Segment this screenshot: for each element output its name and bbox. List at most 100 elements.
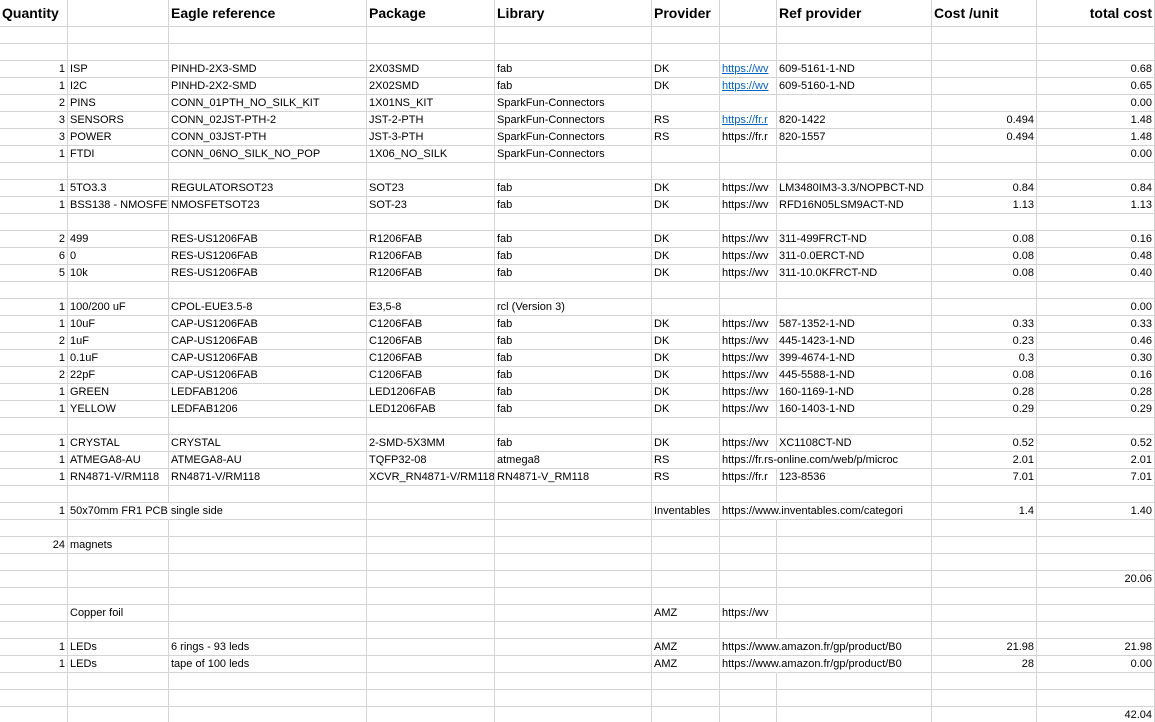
- cost-unit-cell[interactable]: 0.23: [932, 333, 1037, 350]
- quantity-cell[interactable]: [0, 707, 68, 722]
- total-cost-cell[interactable]: 1.13: [1037, 197, 1155, 214]
- quantity-cell[interactable]: 1: [0, 656, 68, 673]
- cost-unit-cell[interactable]: 28: [932, 656, 1037, 673]
- library-cell[interactable]: [495, 282, 652, 299]
- library-cell[interactable]: fab: [495, 435, 652, 452]
- provider-cell[interactable]: [652, 571, 720, 588]
- provider-cell[interactable]: [652, 163, 720, 180]
- provider-cell[interactable]: [652, 282, 720, 299]
- quantity-cell[interactable]: [0, 486, 68, 503]
- link-cell[interactable]: https://www.amazon.fr/gp/product/B0: [720, 639, 902, 656]
- eagle-reference-cell[interactable]: NMOSFETSOT23: [169, 197, 367, 214]
- cost-unit-cell[interactable]: [932, 44, 1037, 61]
- package-cell[interactable]: [367, 673, 495, 690]
- library-cell[interactable]: fab: [495, 231, 652, 248]
- eagle-reference-cell[interactable]: [169, 690, 367, 707]
- total-cost-cell[interactable]: 0.30: [1037, 350, 1155, 367]
- ref-provider-cell[interactable]: 820-1557: [777, 129, 932, 146]
- total-cost-cell[interactable]: 0.48: [1037, 248, 1155, 265]
- total-cost-cell[interactable]: 0.84: [1037, 180, 1155, 197]
- item-name-cell[interactable]: LEDs: [68, 639, 169, 656]
- ref-provider-cell[interactable]: [777, 214, 932, 231]
- link-cell[interactable]: [720, 163, 777, 180]
- library-cell[interactable]: fab: [495, 78, 652, 95]
- provider-cell[interactable]: [652, 554, 720, 571]
- provider-cell[interactable]: [652, 299, 720, 316]
- link-cell[interactable]: [720, 146, 777, 163]
- package-cell[interactable]: C1206FAB: [367, 333, 495, 350]
- quantity-cell[interactable]: [0, 605, 68, 622]
- library-cell[interactable]: fab: [495, 197, 652, 214]
- column-header[interactable]: Eagle reference: [169, 0, 367, 27]
- package-cell[interactable]: LED1206FAB: [367, 401, 495, 418]
- cost-unit-cell[interactable]: [932, 571, 1037, 588]
- item-name-cell[interactable]: SENSORS: [68, 112, 169, 129]
- item-name-cell[interactable]: 22pF: [68, 367, 169, 384]
- link-cell[interactable]: https://wv: [720, 180, 777, 197]
- library-cell[interactable]: fab: [495, 61, 652, 78]
- item-name-cell[interactable]: POWER: [68, 129, 169, 146]
- column-header[interactable]: Cost /unit: [932, 0, 1037, 27]
- eagle-reference-cell[interactable]: RN4871-V/RM118: [169, 469, 367, 486]
- total-cost-cell[interactable]: 0.33: [1037, 316, 1155, 333]
- library-cell[interactable]: SparkFun-Connectors: [495, 129, 652, 146]
- library-cell[interactable]: SparkFun-Connectors: [495, 112, 652, 129]
- quantity-cell[interactable]: 1: [0, 469, 68, 486]
- library-cell[interactable]: fab: [495, 384, 652, 401]
- eagle-reference-cell[interactable]: [169, 571, 367, 588]
- total-cost-cell[interactable]: [1037, 486, 1155, 503]
- eagle-reference-cell[interactable]: RES-US1206FAB: [169, 265, 367, 282]
- ref-provider-cell[interactable]: 445-5588-1-ND: [777, 367, 932, 384]
- provider-cell[interactable]: AMZ: [652, 639, 720, 656]
- package-cell[interactable]: [367, 639, 495, 656]
- package-cell[interactable]: [367, 554, 495, 571]
- provider-cell[interactable]: Inventables: [652, 503, 720, 520]
- link-cell[interactable]: [720, 44, 777, 61]
- ref-provider-cell[interactable]: 123-8536: [777, 469, 932, 486]
- quantity-cell[interactable]: 5: [0, 265, 68, 282]
- quantity-cell[interactable]: 1: [0, 316, 68, 333]
- ref-provider-cell[interactable]: [777, 27, 932, 44]
- cost-unit-cell[interactable]: 7.01: [932, 469, 1037, 486]
- library-cell[interactable]: [495, 554, 652, 571]
- link-cell[interactable]: https://wv: [720, 197, 777, 214]
- quantity-cell[interactable]: 1: [0, 384, 68, 401]
- library-cell[interactable]: fab: [495, 367, 652, 384]
- package-cell[interactable]: 2X03SMD: [367, 61, 495, 78]
- total-cost-cell[interactable]: 21.98: [1037, 639, 1155, 656]
- library-cell[interactable]: [495, 27, 652, 44]
- cost-unit-cell[interactable]: [932, 690, 1037, 707]
- ref-provider-cell[interactable]: [777, 95, 932, 112]
- item-name-cell[interactable]: BSS138 - NMOSFET: [68, 197, 169, 214]
- eagle-reference-cell[interactable]: [169, 673, 367, 690]
- package-cell[interactable]: LED1206FAB: [367, 384, 495, 401]
- package-cell[interactable]: JST-2-PTH: [367, 112, 495, 129]
- column-header[interactable]: total cost: [1037, 0, 1155, 27]
- total-cost-cell[interactable]: 0.00: [1037, 299, 1155, 316]
- provider-cell[interactable]: [652, 673, 720, 690]
- library-cell[interactable]: fab: [495, 265, 652, 282]
- total-cost-cell[interactable]: [1037, 673, 1155, 690]
- link-cell[interactable]: https://www.inventables.com/categori: [720, 503, 903, 520]
- package-cell[interactable]: [367, 622, 495, 639]
- package-cell[interactable]: TQFP32-08: [367, 452, 495, 469]
- quantity-cell[interactable]: [0, 673, 68, 690]
- provider-cell[interactable]: RS: [652, 469, 720, 486]
- link-cell[interactable]: [720, 27, 777, 44]
- link-cell[interactable]: https://wv: [720, 367, 777, 384]
- provider-cell[interactable]: [652, 44, 720, 61]
- ref-provider-cell[interactable]: [777, 163, 932, 180]
- ref-provider-cell[interactable]: 587-1352-1-ND: [777, 316, 932, 333]
- package-cell[interactable]: [367, 588, 495, 605]
- provider-cell[interactable]: [652, 418, 720, 435]
- link-cell[interactable]: [720, 214, 777, 231]
- package-cell[interactable]: JST-3-PTH: [367, 129, 495, 146]
- cost-unit-cell[interactable]: [932, 673, 1037, 690]
- package-cell[interactable]: C1206FAB: [367, 367, 495, 384]
- total-cost-cell[interactable]: [1037, 588, 1155, 605]
- provider-cell[interactable]: [652, 95, 720, 112]
- library-cell[interactable]: fab: [495, 180, 652, 197]
- eagle-reference-cell[interactable]: CONN_01PTH_NO_SILK_KIT: [169, 95, 367, 112]
- library-cell[interactable]: SparkFun-Connectors: [495, 146, 652, 163]
- link-cell[interactable]: [720, 673, 777, 690]
